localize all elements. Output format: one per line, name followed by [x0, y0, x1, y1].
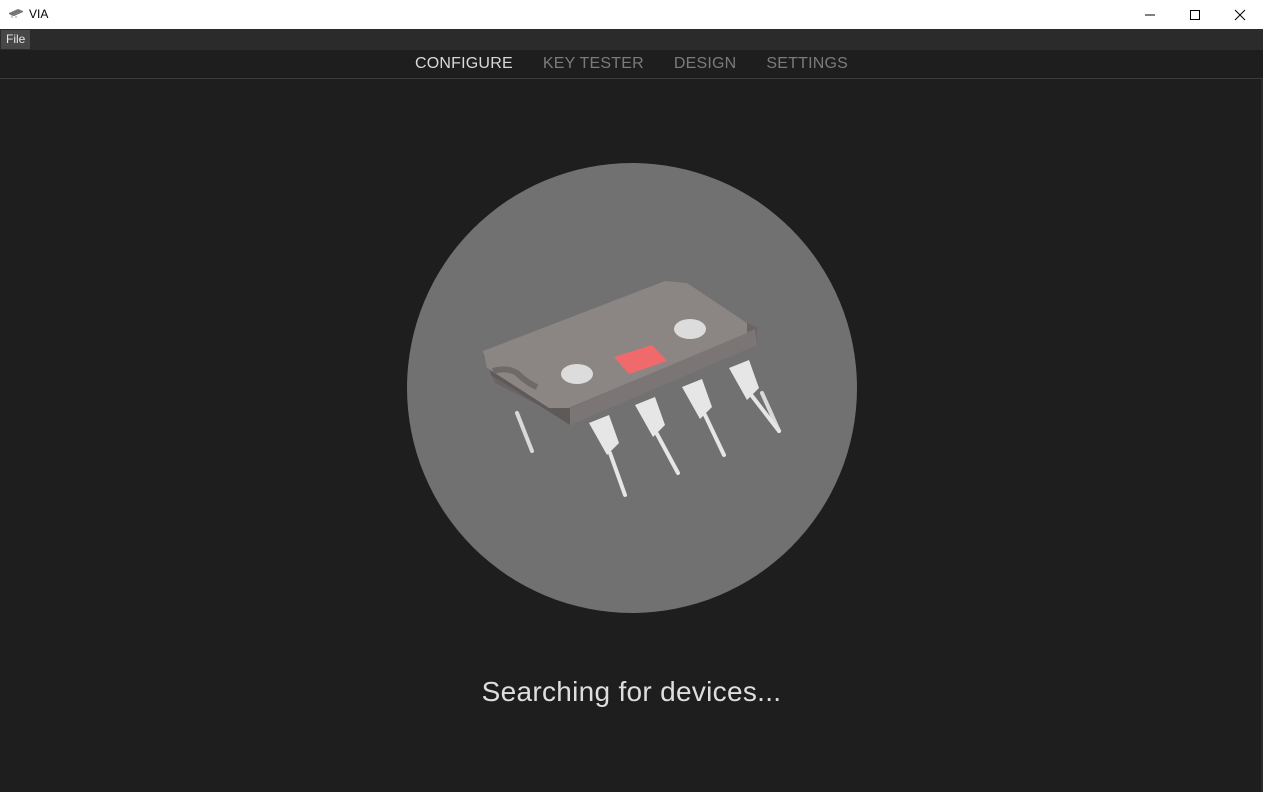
- maximize-icon: [1190, 9, 1200, 20]
- minimize-button[interactable]: [1127, 0, 1173, 29]
- tab-configure[interactable]: CONFIGURE: [415, 50, 513, 78]
- menu-bar: File: [0, 29, 1263, 50]
- nav-bar: CONFIGURE KEY TESTER DESIGN SETTINGS: [0, 50, 1263, 79]
- maximize-button[interactable]: [1172, 0, 1218, 29]
- tab-design[interactable]: DESIGN: [674, 50, 737, 78]
- window-title: VIA: [29, 7, 49, 21]
- status-message: Searching for devices...: [481, 676, 782, 707]
- menu-file[interactable]: File: [1, 30, 31, 49]
- microchip-icon: [483, 281, 781, 497]
- title-bar: VIA: [0, 0, 1263, 29]
- app-chip-icon: [9, 9, 23, 18]
- tab-key-tester[interactable]: KEY TESTER: [543, 50, 644, 78]
- close-icon: [1234, 9, 1246, 20]
- tab-settings[interactable]: SETTINGS: [766, 50, 848, 78]
- close-button[interactable]: [1217, 0, 1263, 29]
- minimize-icon: [1145, 14, 1155, 15]
